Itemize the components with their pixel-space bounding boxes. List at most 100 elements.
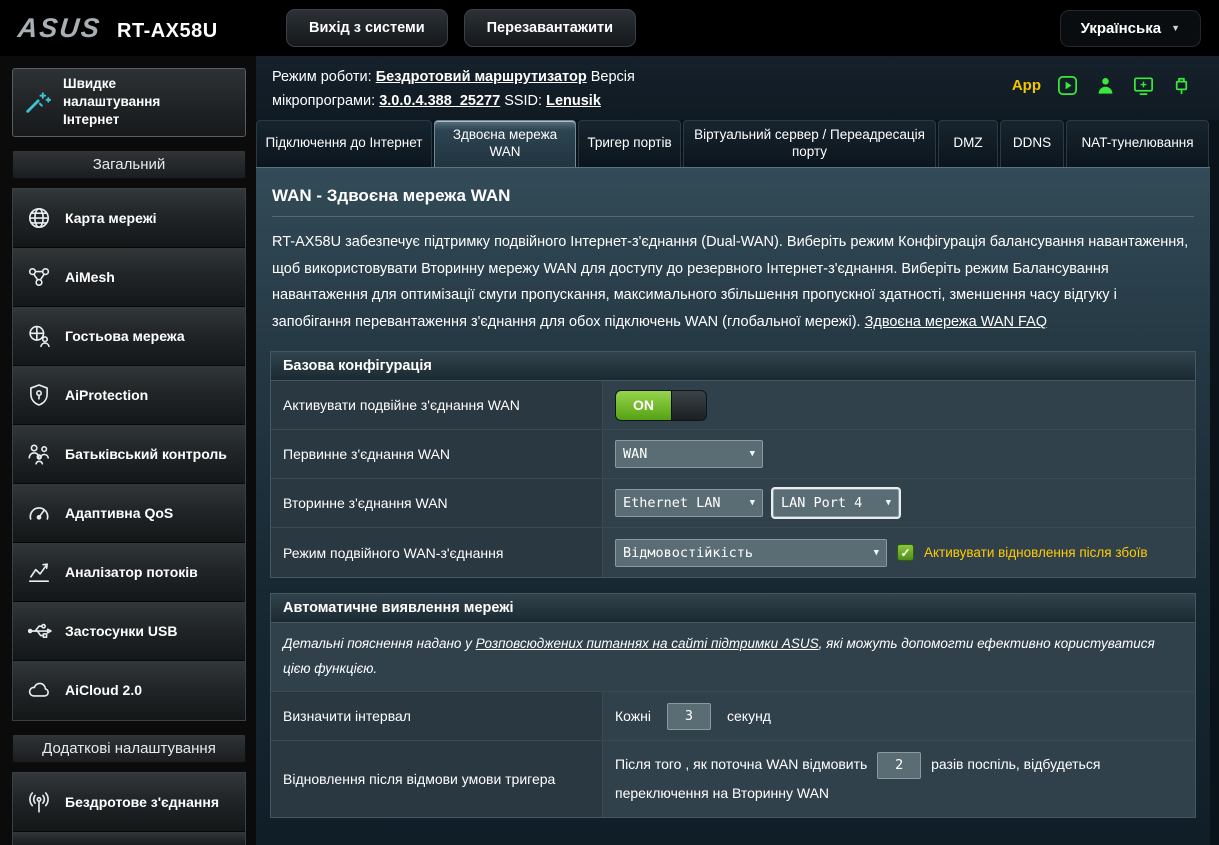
sidebar-item-network-map[interactable]: Карта мережі [13,189,245,248]
basic-config-table: Базова конфігурація Активувати подвійне … [270,351,1196,578]
status-icons: App [1012,66,1193,97]
router-admin-page: ASUS RT-AX58U Вихід з системи Перезавант… [0,0,1219,845]
check-icon: ✓ [900,546,910,560]
primary-wan-selected: WAN [623,446,647,462]
firmware-version-link[interactable]: 3.0.0.4.388_25277 [379,93,500,109]
info-bar: Режим роботи: Бездротовий маршрутизатор … [256,56,1219,120]
tab-internet-connection[interactable]: Підключення до Інтернет [256,120,432,167]
dual-wan-mode-select[interactable]: Відмовостійкість ▼ [615,539,887,567]
interval-input[interactable] [667,703,711,730]
tab-dual-wan[interactable]: Здвоєна мережа WAN [434,120,576,167]
app-label[interactable]: App [1012,77,1041,94]
usb-device-icon[interactable] [1170,74,1193,97]
sidebar-item-label: Швидке налаштування Інтернет [63,75,175,130]
tab-virtual-server[interactable]: Віртуальний сервер / Переадресація порту [683,120,936,167]
toggle-on-label: ON [616,391,671,420]
section-header-basic-config: Базова конфігурація [271,352,1195,381]
primary-wan-label: Первинне з'єднання WAN [271,430,603,478]
family-icon [26,441,52,467]
page-description: RT-AX58U забезпечує підтримку подвійного… [272,229,1194,336]
table-row-enable-dual-wan: Активувати подвійне з'єднання WAN ON [271,381,1195,430]
failover-count-input[interactable] [877,752,921,779]
failover-trigger-label: Відновлення після відмови умови тригера [271,741,603,817]
primary-wan-select[interactable]: WAN ▼ [615,440,763,468]
chevron-down-icon: ▼ [750,498,755,508]
operation-mode-link[interactable]: Бездротовий маршрутизатор [376,69,587,85]
detection-note: Детальні пояснення надано у Розповсюджен… [271,623,1195,692]
note-prefix: Детальні пояснення надано у [283,636,476,651]
sidebar-item-parental-control[interactable]: Батьківський контроль [13,425,245,484]
tab-ddns[interactable]: DDNS [1000,120,1064,167]
tab-nat-passthrough[interactable]: NAT-тунелювання [1066,120,1209,167]
enable-dual-wan-value: ON [603,381,1195,429]
language-selector[interactable]: Українська ▼ [1060,10,1201,47]
sidebar-item-quick-internet-setup[interactable]: Швидке налаштування Інтернет [12,68,246,137]
sidebar-item-label: Застосунки USB [65,622,177,640]
quick-setup-icon [23,88,51,116]
brand: ASUS RT-AX58U [18,13,286,44]
enable-dual-wan-label: Активувати подвійне з'єднання WAN [271,381,603,429]
sidebar-item-adaptive-qos[interactable]: Адаптивна QoS [13,484,245,543]
operation-mode-label: Режим роботи: [272,69,372,85]
table-row-dual-wan-mode: Режим подвійного WAN-з'єднання Відмовост… [271,528,1195,577]
sidebar-item-label: AiCloud 2.0 [65,681,142,699]
logout-button[interactable]: Вихід з системи [286,9,448,47]
faq-link[interactable]: Здвоєна мережа WAN FAQ [865,314,1047,330]
traffic-chart-icon [26,559,52,585]
primary-wan-value: WAN ▼ [603,430,1195,478]
reboot-button[interactable]: Перезавантажити [464,9,636,47]
secondary-wan-select[interactable]: Ethernet LAN ▼ [615,489,763,517]
table-row-secondary-wan: Вторинне з'єднання WAN Ethernet LAN ▼ LA… [271,479,1195,528]
failback-checkbox[interactable]: ✓ [897,544,914,561]
tab-dmz[interactable]: DMZ [938,120,998,167]
network-map-icon [26,205,52,231]
table-row-detect-interval: Визначити інтервал Кожні секунд [271,692,1195,741]
sidebar-item-label: Гостьова мережа [65,327,185,345]
usb-icon [26,618,52,644]
description-text: RT-AX58U забезпечує підтримку подвійного… [272,234,1188,330]
table-row-failover-trigger: Відновлення після відмови умови тригера … [271,741,1195,817]
asus-support-faq-link[interactable]: Розповсюджених питаннях на сайті підтрим… [476,636,819,651]
sidebar-item-label: Карта мережі [65,209,157,227]
mesh-network-icon [26,264,52,290]
tab-port-trigger[interactable]: Тригер портів [578,120,681,167]
failback-checkbox-label: Активувати відновлення після збоїв [924,545,1148,560]
sidebar-item-partial[interactable] [13,832,245,845]
sidebar-item-aimesh[interactable]: AiMesh [13,248,245,307]
sidebar-section-general: Загальний [12,150,246,179]
cloud-icon [26,677,52,703]
secondary-wan-port-selected: LAN Port 4 [781,495,862,511]
top-bar: ASUS RT-AX58U Вихід з системи Перезавант… [0,0,1219,56]
ssid-label: SSID: [504,93,542,109]
sidebar: Швидке налаштування Інтернет Загальний К… [0,56,256,845]
ssid-link[interactable]: Lenusik [546,93,601,109]
sidebar-item-usb-applications[interactable]: Застосунки USB [13,602,245,661]
detect-interval-value: Кожні секунд [603,692,1195,740]
secondary-wan-port-select[interactable]: LAN Port 4 ▼ [773,489,899,517]
interval-suffix: секунд [727,708,771,724]
remote-connection-icon[interactable] [1132,74,1155,97]
page-title: WAN - Здвоєна мережа WAN [272,186,1194,217]
sidebar-item-label: Адаптивна QoS [65,504,173,522]
language-label: Українська [1081,20,1161,37]
google-play-icon[interactable] [1056,74,1079,97]
sidebar-menu-advanced: Бездротове з'єднання [12,772,246,845]
sidebar-item-traffic-analyzer[interactable]: Аналізатор потоків [13,543,245,602]
table-row-primary-wan: Первинне з'єднання WAN WAN ▼ [271,430,1195,479]
sidebar-menu-general: Карта мережі AiMesh Гостьова мережа [12,188,246,721]
sidebar-item-guest-network[interactable]: Гостьова мережа [13,307,245,366]
sidebar-item-aicloud[interactable]: AiCloud 2.0 [13,661,245,720]
wireless-antenna-icon [26,789,52,815]
gauge-icon [26,500,52,526]
sidebar-item-aiprotection[interactable]: AiProtection [13,366,245,425]
user-account-icon[interactable] [1094,74,1117,97]
sidebar-item-label: Батьківський контроль [65,445,227,463]
network-detection-table: Автоматичне виявлення мережі Детальні по… [270,593,1196,818]
sidebar-item-label: AiMesh [65,268,115,286]
guest-network-icon [26,323,52,349]
dual-wan-mode-label: Режим подвійного WAN-з'єднання [271,528,603,577]
chevron-down-icon: ▼ [886,498,891,508]
sidebar-item-wireless[interactable]: Бездротове з'єднання [13,773,245,832]
dual-wan-toggle[interactable]: ON [615,390,707,421]
chevron-down-icon: ▼ [874,548,879,558]
